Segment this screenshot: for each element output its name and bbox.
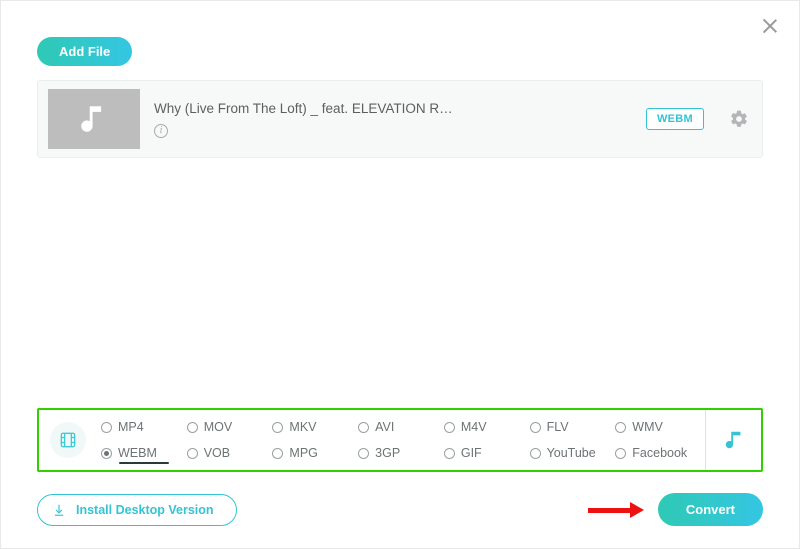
convert-group: Convert	[588, 493, 763, 526]
format-option-webm[interactable]: WEBM	[101, 446, 187, 460]
download-icon	[52, 503, 66, 517]
converter-window: Add File Why (Live From The Loft) _ feat…	[0, 0, 800, 549]
annotation-arrow-icon	[588, 503, 644, 517]
format-option-m4v[interactable]: M4V	[444, 420, 530, 434]
format-label: M4V	[461, 420, 487, 434]
radio-icon	[187, 422, 198, 433]
format-label: WEBM	[118, 446, 157, 460]
format-label: MOV	[204, 420, 232, 434]
selected-underline	[119, 462, 169, 464]
format-option-mpg[interactable]: MPG	[272, 446, 358, 460]
film-icon	[58, 430, 78, 450]
format-selection-panel: MP4 MOV MKV AVI M4V FLV WMV WEBM VOB MPG 3GP GIF You…	[37, 408, 763, 472]
radio-icon	[615, 422, 626, 433]
format-label: MP4	[118, 420, 144, 434]
format-option-wmv[interactable]: WMV	[615, 420, 701, 434]
radio-icon	[358, 422, 369, 433]
format-label: YouTube	[547, 446, 596, 460]
format-option-gif[interactable]: GIF	[444, 446, 530, 460]
add-file-button[interactable]: Add File	[37, 37, 132, 66]
radio-icon	[530, 448, 541, 459]
music-icon	[723, 429, 745, 451]
format-label: Facebook	[632, 446, 687, 460]
settings-gear-icon[interactable]	[728, 108, 750, 130]
install-desktop-button[interactable]: Install Desktop Version	[37, 494, 237, 526]
radio-icon	[272, 422, 283, 433]
bottom-bar: Install Desktop Version Convert	[37, 493, 763, 526]
info-icon[interactable]: i	[154, 124, 168, 138]
format-label: MPG	[289, 446, 317, 460]
file-text-block: Why (Live From The Loft) _ feat. ELEVATI…	[154, 101, 632, 138]
file-thumbnail	[48, 89, 140, 149]
radio-icon	[101, 422, 112, 433]
music-note-icon	[77, 102, 111, 136]
format-option-vob[interactable]: VOB	[187, 446, 273, 460]
format-option-youtube[interactable]: YouTube	[530, 446, 616, 460]
format-option-mp4[interactable]: MP4	[101, 420, 187, 434]
video-category-button[interactable]	[39, 410, 97, 470]
radio-icon	[444, 422, 455, 433]
audio-category-button[interactable]	[705, 410, 761, 470]
radio-icon	[358, 448, 369, 459]
output-format-badge[interactable]: WEBM	[646, 108, 704, 130]
format-label: AVI	[375, 420, 394, 434]
format-label: 3GP	[375, 446, 400, 460]
format-option-avi[interactable]: AVI	[358, 420, 444, 434]
radio-icon	[187, 448, 198, 459]
format-option-facebook[interactable]: Facebook	[615, 446, 701, 460]
format-option-flv[interactable]: FLV	[530, 420, 616, 434]
format-option-3gp[interactable]: 3GP	[358, 446, 444, 460]
format-label: MKV	[289, 420, 316, 434]
formats-grid: MP4 MOV MKV AVI M4V FLV WMV WEBM VOB MPG 3GP GIF You…	[97, 410, 705, 470]
format-option-mkv[interactable]: MKV	[272, 420, 358, 434]
format-label: WMV	[632, 420, 663, 434]
format-label: GIF	[461, 446, 482, 460]
close-icon[interactable]	[759, 15, 781, 37]
file-row: Why (Live From The Loft) _ feat. ELEVATI…	[37, 80, 763, 158]
format-label: FLV	[547, 420, 569, 434]
install-desktop-label: Install Desktop Version	[76, 503, 214, 517]
radio-icon	[444, 448, 455, 459]
radio-icon	[101, 448, 112, 459]
radio-icon	[615, 448, 626, 459]
radio-icon	[272, 448, 283, 459]
format-label: VOB	[204, 446, 230, 460]
radio-icon	[530, 422, 541, 433]
convert-button[interactable]: Convert	[658, 493, 763, 526]
format-option-mov[interactable]: MOV	[187, 420, 273, 434]
file-title: Why (Live From The Loft) _ feat. ELEVATI…	[154, 101, 632, 116]
